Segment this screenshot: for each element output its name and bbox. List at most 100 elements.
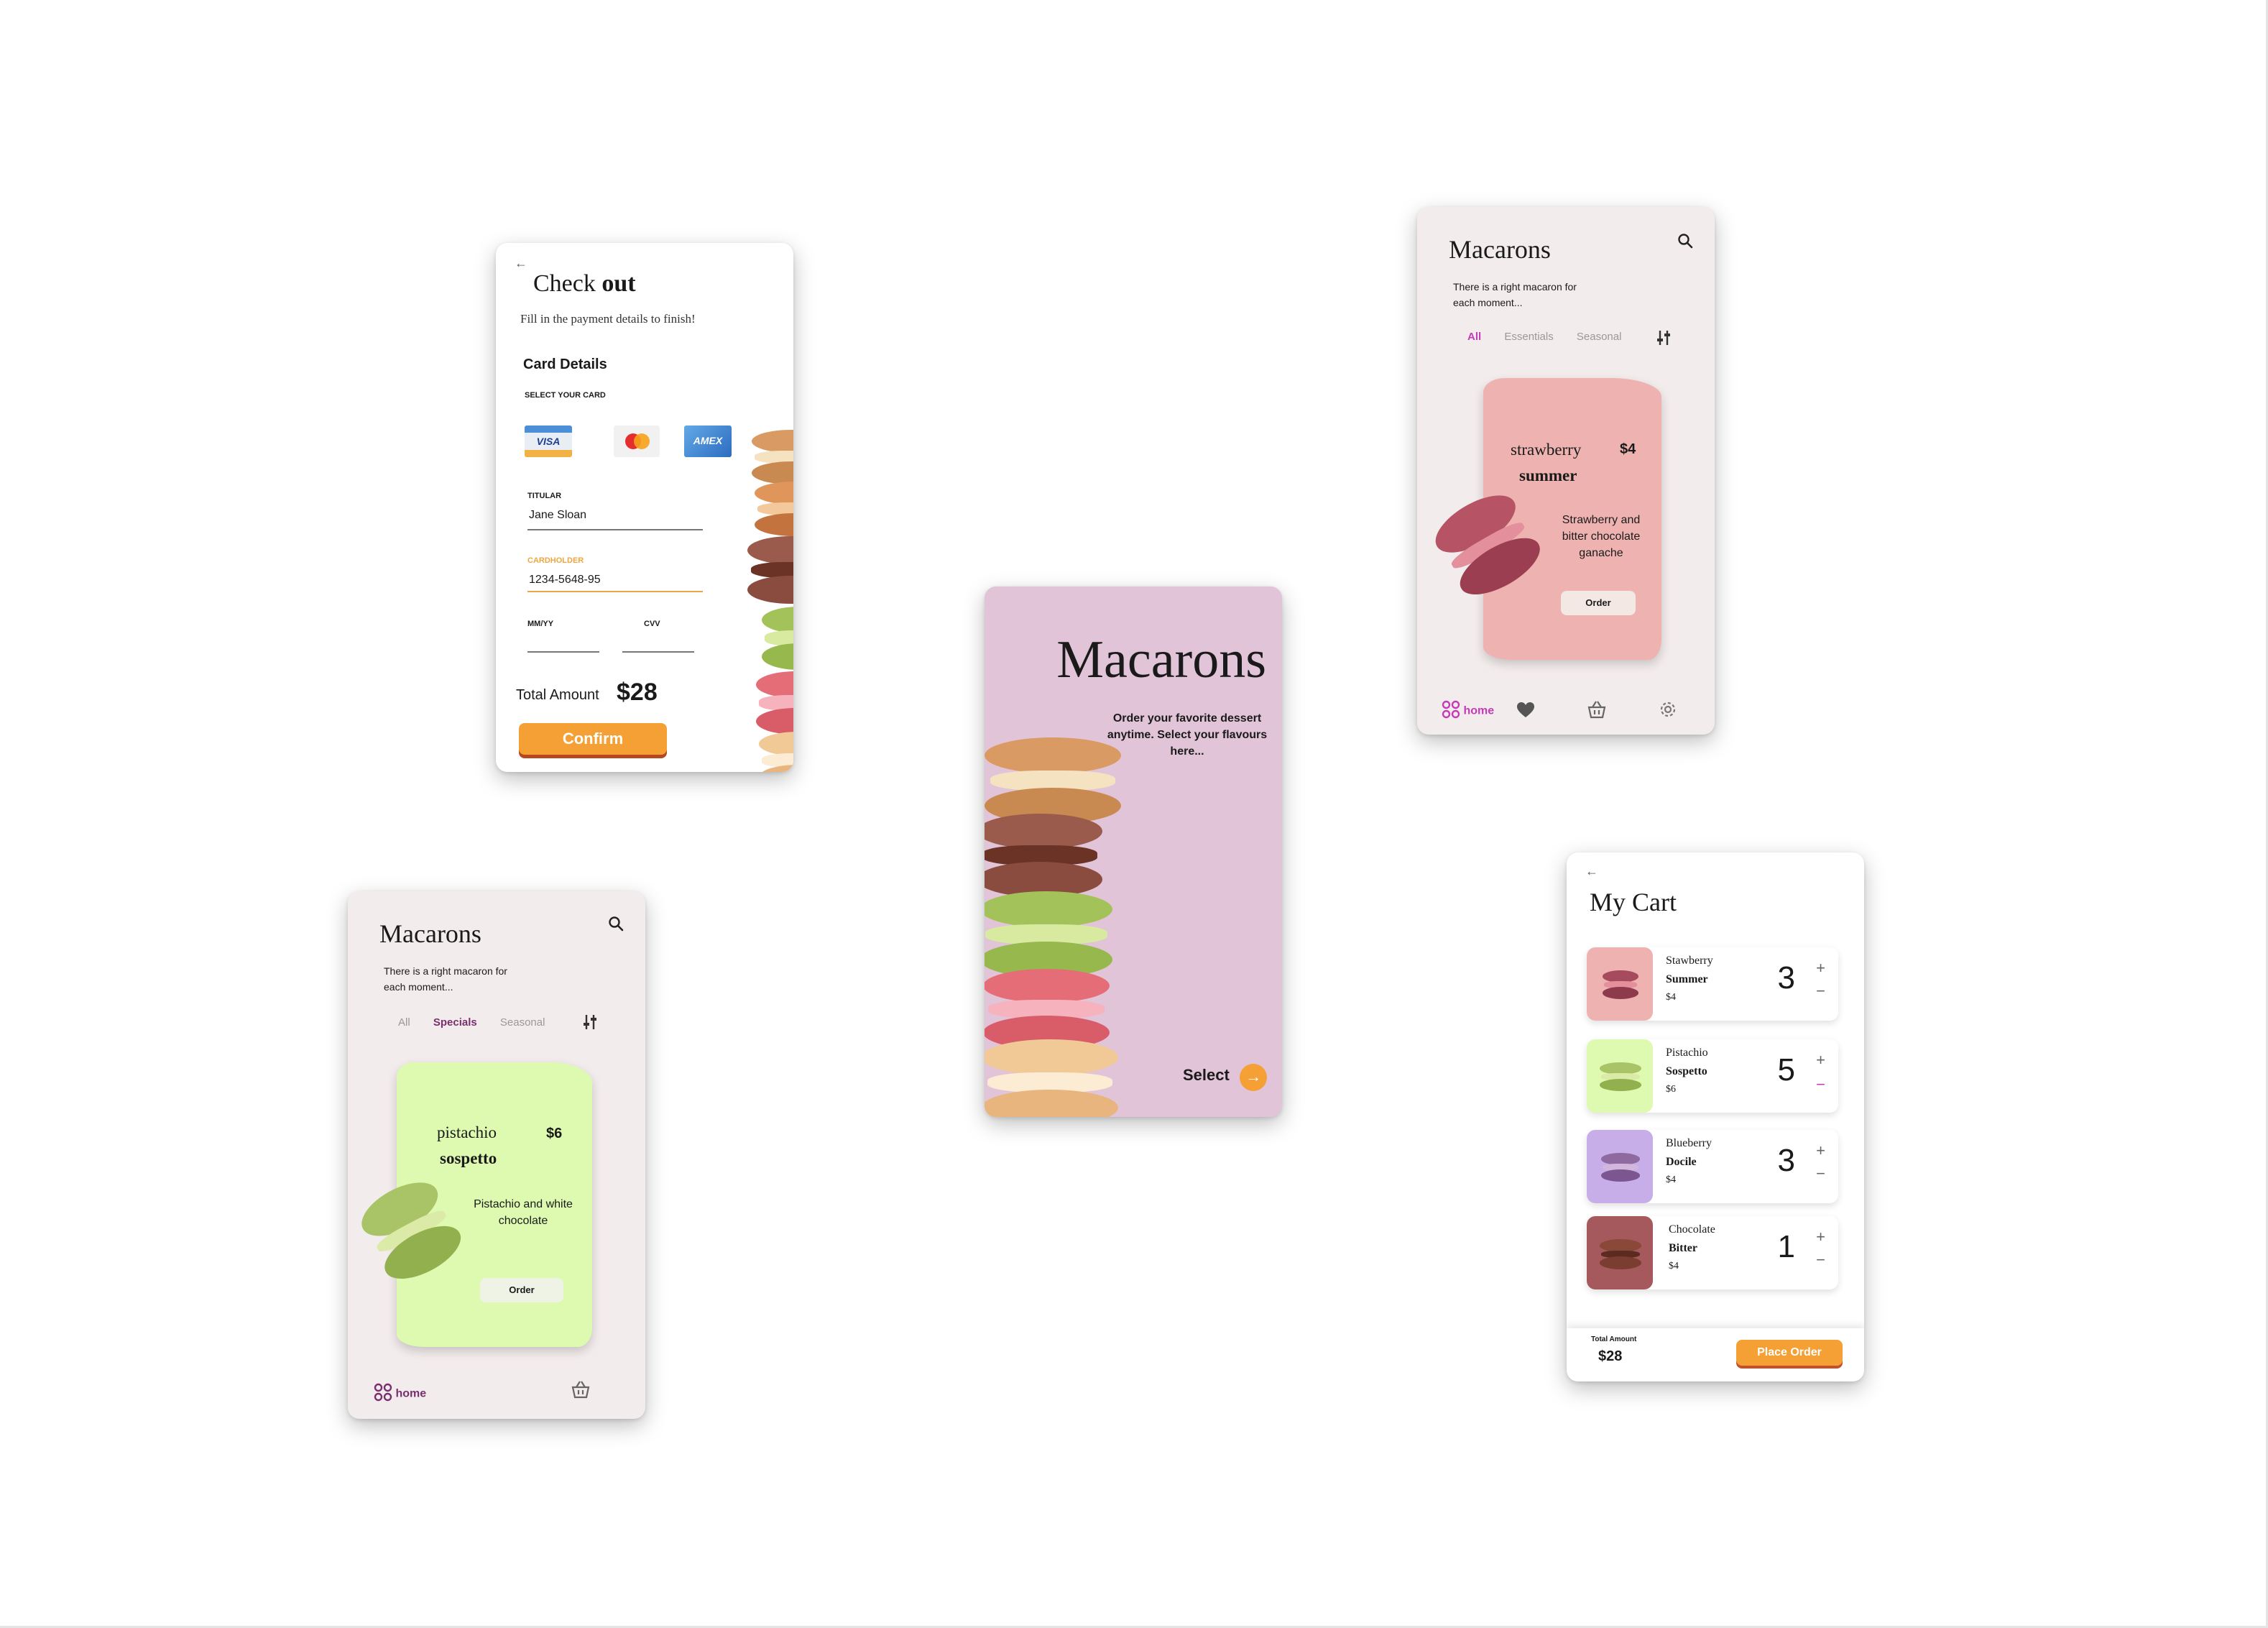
category-tabs: All Specials Seasonal [398, 1016, 565, 1029]
amex-card-option[interactable]: AMEX [684, 426, 732, 457]
arrow-right-icon: → [1240, 1063, 1268, 1091]
title-part-bold: out [601, 270, 636, 297]
mastercard-option[interactable] [614, 426, 660, 457]
title-part: Check [533, 270, 602, 297]
home-grid-icon [1442, 700, 1460, 722]
select-label: Select [1183, 1066, 1230, 1084]
mmyy-underline [527, 651, 599, 653]
macaron-thumb [1601, 1153, 1640, 1182]
macaron-vanilla [985, 1039, 1118, 1117]
settings-gear-icon[interactable] [1659, 700, 1677, 722]
product-price: $4 [1620, 441, 1636, 457]
increment-button[interactable]: + [1816, 1141, 1825, 1160]
thumb-chocolate [1587, 1216, 1653, 1289]
cardholder-field[interactable]: 1234-5648-95 [529, 574, 601, 587]
macaron-vanilla [759, 732, 793, 772]
visa-stripe-bottom [525, 450, 572, 457]
macaron-chocolate [747, 536, 793, 604]
macaron-pistachio [762, 607, 793, 670]
item-quantity: 3 [1777, 960, 1795, 995]
nav-home[interactable]: home [374, 1383, 426, 1405]
select-button[interactable]: Select → [1183, 1061, 1268, 1091]
decrement-button[interactable]: − [1816, 1164, 1825, 1183]
mmyy-label[interactable]: MM/YY [527, 620, 553, 628]
total-label: Total Amount [516, 687, 599, 703]
page-subtitle: There is a right macaron for each moment… [384, 965, 507, 993]
heart-icon[interactable] [1516, 702, 1535, 722]
cart-item-blueberry: Blueberry Docile $4 3 + − [1587, 1130, 1838, 1203]
product-name-line1: strawberry [1511, 441, 1582, 459]
macaron-caramel [752, 430, 793, 484]
visa-stripe-top [525, 426, 572, 433]
total-label: Total Amount [1591, 1335, 1637, 1343]
product-name-line2: sospetto [440, 1149, 497, 1167]
tab-all[interactable]: All [1467, 331, 1481, 343]
filter-icon[interactable] [582, 1013, 598, 1031]
page-subtitle: There is a right macaron for each moment… [1453, 281, 1577, 309]
amex-label: AMEX [693, 435, 723, 446]
mastercard-yellow-circle [634, 433, 650, 449]
basket-icon[interactable] [1587, 700, 1607, 722]
item-variant: Docile [1666, 1156, 1697, 1168]
search-icon[interactable] [608, 916, 624, 932]
splash-title: Macarons [1056, 630, 1266, 689]
item-variant: Summer [1666, 973, 1708, 985]
product-name-line2: summer [1519, 466, 1577, 484]
decrement-button[interactable]: − [1816, 1075, 1825, 1094]
confirm-button[interactable]: Confirm [519, 723, 667, 755]
back-arrow-icon[interactable]: ← [515, 256, 527, 271]
product-description: Pistachio and white chocolate [474, 1198, 573, 1228]
product-price: $6 [546, 1126, 563, 1141]
select-card-label: SELECT YOUR CARD [525, 391, 606, 400]
page-title: Macarons [379, 919, 481, 948]
visa-label: VISA [536, 436, 561, 447]
macaron-stack-image [747, 430, 793, 772]
increment-button[interactable]: + [1816, 1228, 1825, 1246]
titular-field[interactable]: Jane Sloan [529, 509, 586, 522]
item-quantity: 3 [1777, 1143, 1795, 1178]
decrement-button[interactable]: − [1816, 982, 1825, 1001]
cart-item-pistachio: Pistachio Sospetto $6 5 + − [1587, 1039, 1838, 1113]
item-variant: Sospetto [1666, 1065, 1707, 1077]
thumb-strawberry [1587, 947, 1653, 1021]
order-button[interactable]: Order [480, 1278, 563, 1302]
nav-home-label: home [395, 1387, 427, 1400]
basket-icon[interactable] [571, 1380, 591, 1402]
category-tabs: All Essentials Seasonal [1467, 331, 1641, 343]
search-icon[interactable] [1677, 233, 1693, 249]
tab-essentials[interactable]: Essentials [1504, 331, 1553, 343]
item-name: Blueberry [1666, 1137, 1712, 1149]
item-name: Pistachio [1666, 1047, 1708, 1059]
macaron-raspberry [756, 671, 793, 735]
place-order-button[interactable]: Place Order [1736, 1340, 1843, 1366]
order-button[interactable]: Order [1561, 591, 1636, 615]
thumb-blueberry [1587, 1130, 1653, 1203]
macaron-stack-image [985, 737, 1135, 1117]
tab-seasonal[interactable]: Seasonal [1577, 331, 1622, 343]
page-title: Macarons [1449, 235, 1551, 264]
increment-button[interactable]: + [1816, 959, 1825, 978]
item-quantity: 1 [1777, 1229, 1795, 1264]
item-name: Stawberry [1666, 955, 1713, 967]
nav-home[interactable]: home [1442, 700, 1494, 722]
visa-card-option[interactable]: VISA [525, 426, 572, 457]
home-screen-pistachio: Macarons There is a right macaron for ea… [348, 891, 645, 1419]
cardholder-underline [527, 591, 703, 592]
back-arrow-icon[interactable]: ← [1585, 864, 1598, 879]
cvv-underline [622, 651, 694, 653]
page-title: My Cart [1590, 888, 1677, 916]
cvv-label[interactable]: CVV [644, 620, 660, 628]
filter-icon[interactable] [1656, 329, 1672, 346]
tab-specials[interactable]: Specials [433, 1016, 477, 1029]
increment-button[interactable]: + [1816, 1051, 1825, 1070]
nav-home-label: home [1463, 704, 1495, 717]
home-grid-icon [374, 1383, 392, 1405]
decrement-button[interactable]: − [1816, 1251, 1825, 1269]
tab-seasonal[interactable]: Seasonal [500, 1016, 545, 1029]
macaron-chocolate [985, 814, 1102, 897]
cart-item-chocolate: Chocolate Bitter $4 1 + − [1587, 1216, 1838, 1289]
page-subtitle: Fill in the payment details to finish! [520, 312, 696, 326]
item-variant: Bitter [1669, 1242, 1697, 1254]
tab-all[interactable]: All [398, 1016, 410, 1029]
cart-footer: Total Amount $28 Place Order [1567, 1328, 1864, 1381]
